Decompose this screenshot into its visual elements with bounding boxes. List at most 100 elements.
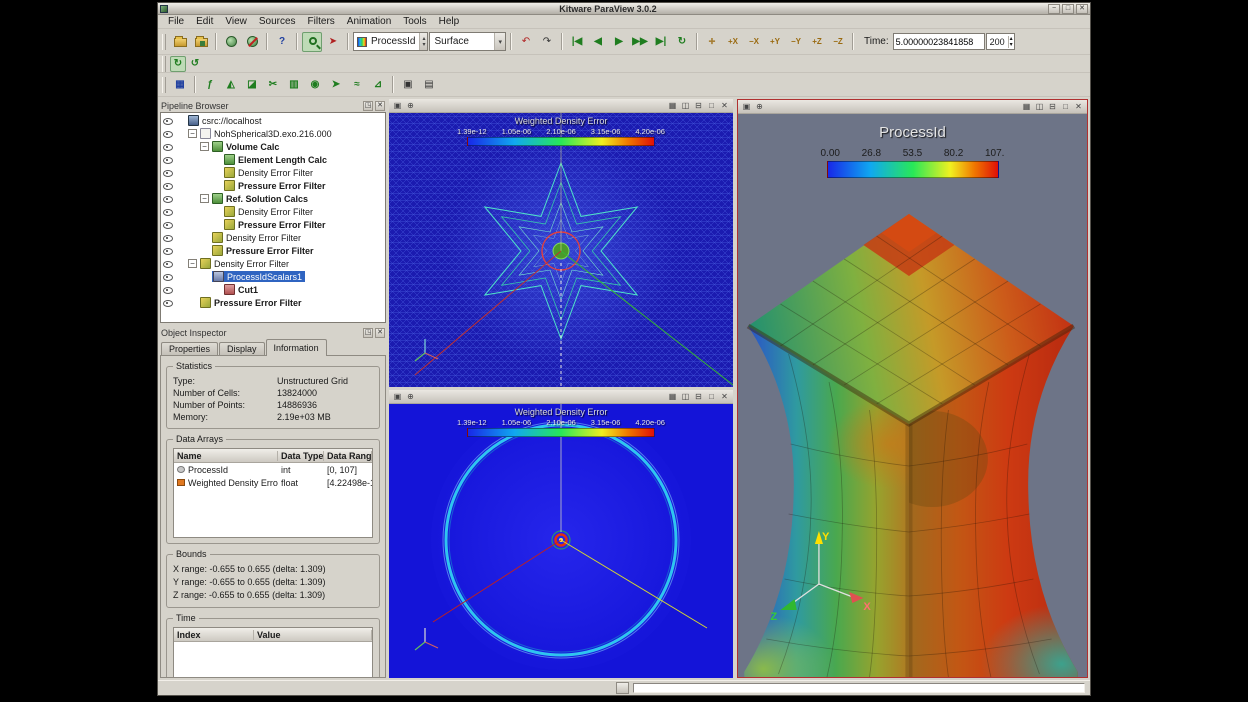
dock-close-button[interactable]: ✕ — [375, 328, 385, 338]
vcr-forward-button[interactable]: ▶▶ — [630, 32, 650, 52]
toolbar-grip[interactable] — [162, 56, 166, 72]
render-canvas[interactable]: Weighted Density Error 1.39e-12 1.05e-06… — [389, 404, 733, 678]
visibility-eye-icon[interactable] — [163, 233, 173, 243]
center-axes-icon[interactable]: ⊕ — [404, 391, 417, 403]
extract-level-button[interactable]: ▤ — [419, 75, 439, 95]
slice-filter-button[interactable]: ✂ — [263, 75, 283, 95]
redo-button[interactable]: ↷ — [537, 32, 557, 52]
pipeline-item[interactable]: Density Error Filter — [161, 205, 385, 218]
toolbar-grip[interactable] — [162, 77, 166, 93]
expander-icon[interactable]: − — [188, 129, 197, 138]
tab-properties[interactable]: Properties — [161, 342, 218, 356]
data-arrays-table[interactable]: Name Data Type Data Ranges ProcessId int… — [173, 448, 373, 538]
representation-combo[interactable]: Surface ▾ — [429, 32, 506, 51]
expander-icon[interactable]: − — [200, 142, 209, 151]
pipeline-item[interactable]: Cut1 — [161, 283, 385, 296]
visibility-eye-icon[interactable] — [163, 246, 173, 256]
view-minus-z-button[interactable]: −Z — [828, 32, 848, 52]
stream-tracer-button[interactable]: ≈ — [347, 75, 367, 95]
object-inspector-header[interactable]: Object Inspector ◳ ✕ — [160, 326, 386, 339]
dock-float-button[interactable]: ◳ — [363, 328, 373, 338]
scene-icon[interactable]: ▣ — [391, 100, 404, 112]
lookmark-icon[interactable]: ▦ — [1020, 101, 1033, 113]
menu-edit[interactable]: Edit — [190, 15, 219, 29]
view-plus-x-button[interactable]: +X — [723, 32, 743, 52]
visibility-eye-icon[interactable] — [163, 142, 173, 152]
pipeline-item[interactable]: Element Length Calc — [161, 153, 385, 166]
visibility-eye-icon[interactable] — [163, 259, 173, 269]
scene-icon[interactable]: ▣ — [391, 391, 404, 403]
dock-close-button[interactable]: ✕ — [375, 101, 385, 111]
visibility-eye-icon[interactable] — [163, 181, 173, 191]
pipeline-item-selected[interactable]: ProcessIdScalars1 — [161, 270, 385, 283]
pipeline-item[interactable]: Pressure Error Filter — [161, 218, 385, 231]
render-view-right-active[interactable]: ▣ ⊕ ▦ ◫ ⊟ □ ✕ — [737, 99, 1088, 678]
table-row[interactable]: ProcessId int [0, 107] — [174, 463, 372, 476]
threshold-filter-button[interactable]: ▥ — [284, 75, 304, 95]
maximize-button[interactable]: □ — [1062, 4, 1074, 14]
reset-camera-button[interactable]: ✛ — [702, 32, 722, 52]
table-header[interactable]: Index Value — [174, 628, 372, 642]
pipeline-item[interactable]: Density Error Filter — [161, 166, 385, 179]
toolbar-grip[interactable] — [162, 34, 166, 50]
center-axes-icon[interactable]: ⊕ — [404, 100, 417, 112]
maximize-view-icon[interactable]: □ — [705, 100, 718, 112]
time-table[interactable]: Index Value — [173, 627, 373, 678]
pipeline-item[interactable]: Density Error Filter — [161, 231, 385, 244]
tab-information[interactable]: Information — [266, 339, 327, 356]
view-plus-z-button[interactable]: +Z — [807, 32, 827, 52]
vcr-play-button[interactable]: ▶ — [609, 32, 629, 52]
visibility-eye-icon[interactable] — [163, 272, 173, 282]
menu-view[interactable]: View — [219, 15, 253, 29]
visibility-eye-icon[interactable] — [163, 194, 173, 204]
pipeline-item[interactable]: − Volume Calc — [161, 140, 385, 153]
table-row[interactable]: Weighted Density Error float [4.22498e-1… — [174, 476, 372, 489]
color-by-spinner[interactable]: ▴ ▾ — [419, 33, 427, 50]
contour-filter-button[interactable]: ◭ — [221, 75, 241, 95]
scene-icon[interactable]: ▣ — [740, 101, 753, 113]
time-input[interactable] — [893, 33, 985, 50]
expander-icon[interactable]: − — [188, 259, 197, 268]
color-by-combo[interactable]: ProcessId ▴ ▾ — [353, 32, 428, 51]
tab-display[interactable]: Display — [219, 342, 265, 356]
visibility-eye-icon[interactable] — [163, 285, 173, 295]
split-vertical-icon[interactable]: ⊟ — [692, 391, 705, 403]
render-canvas[interactable]: Y X Z ProcessId 0.00 26.8 53.5 80.2 107. — [738, 114, 1087, 677]
pipeline-item[interactable]: Pressure Error Filter — [161, 179, 385, 192]
view-plus-y-button[interactable]: +Y — [765, 32, 785, 52]
maximize-view-icon[interactable]: □ — [1059, 101, 1072, 113]
menu-filters[interactable]: Filters — [302, 15, 341, 29]
close-view-icon[interactable]: ✕ — [718, 391, 731, 403]
menu-tools[interactable]: Tools — [397, 15, 432, 29]
connect-server-button[interactable] — [221, 32, 241, 52]
lookmark-icon[interactable]: ▦ — [666, 391, 679, 403]
vcr-first-button[interactable]: |◀ — [567, 32, 587, 52]
visibility-eye-icon[interactable] — [163, 298, 173, 308]
visibility-eye-icon[interactable] — [163, 155, 173, 165]
glyph-filter-button[interactable]: ➤ — [326, 75, 346, 95]
group-datasets-button[interactable]: ▣ — [398, 75, 418, 95]
pipeline-item[interactable]: − Ref. Solution Calcs — [161, 192, 385, 205]
split-horizontal-icon[interactable]: ◫ — [1033, 101, 1046, 113]
table-header[interactable]: Name Data Type Data Ranges — [174, 449, 372, 463]
disconnect-server-button[interactable] — [242, 32, 262, 52]
zoom-mode-button[interactable] — [302, 32, 322, 52]
pipeline-item[interactable]: Pressure Error Filter — [161, 296, 385, 309]
close-button[interactable]: ✕ — [1076, 4, 1088, 14]
center-axes-icon[interactable]: ⊕ — [753, 101, 766, 113]
menu-file[interactable]: File — [162, 15, 190, 29]
selection-mode-button[interactable]: ➤ — [323, 32, 343, 52]
menu-animation[interactable]: Animation — [341, 15, 397, 29]
help-button[interactable]: ? — [272, 32, 292, 52]
rotate-3d-button[interactable]: ↻ — [170, 56, 186, 72]
split-vertical-icon[interactable]: ⊟ — [692, 100, 705, 112]
pipeline-item-server[interactable]: csrc://localhost — [161, 114, 385, 127]
pipeline-item-reader[interactable]: − NohSpherical3D.exo.216.000 — [161, 127, 385, 140]
visibility-eye-icon[interactable] — [163, 168, 173, 178]
close-view-icon[interactable]: ✕ — [1072, 101, 1085, 113]
render-view-top-left[interactable]: ▣ ⊕ ▦ ◫ ⊟ □ ✕ — [389, 99, 733, 387]
dock-float-button[interactable]: ◳ — [363, 101, 373, 111]
extract-subset-button[interactable]: ◉ — [305, 75, 325, 95]
visibility-eye-icon[interactable] — [163, 116, 173, 126]
menu-help[interactable]: Help — [433, 15, 466, 29]
